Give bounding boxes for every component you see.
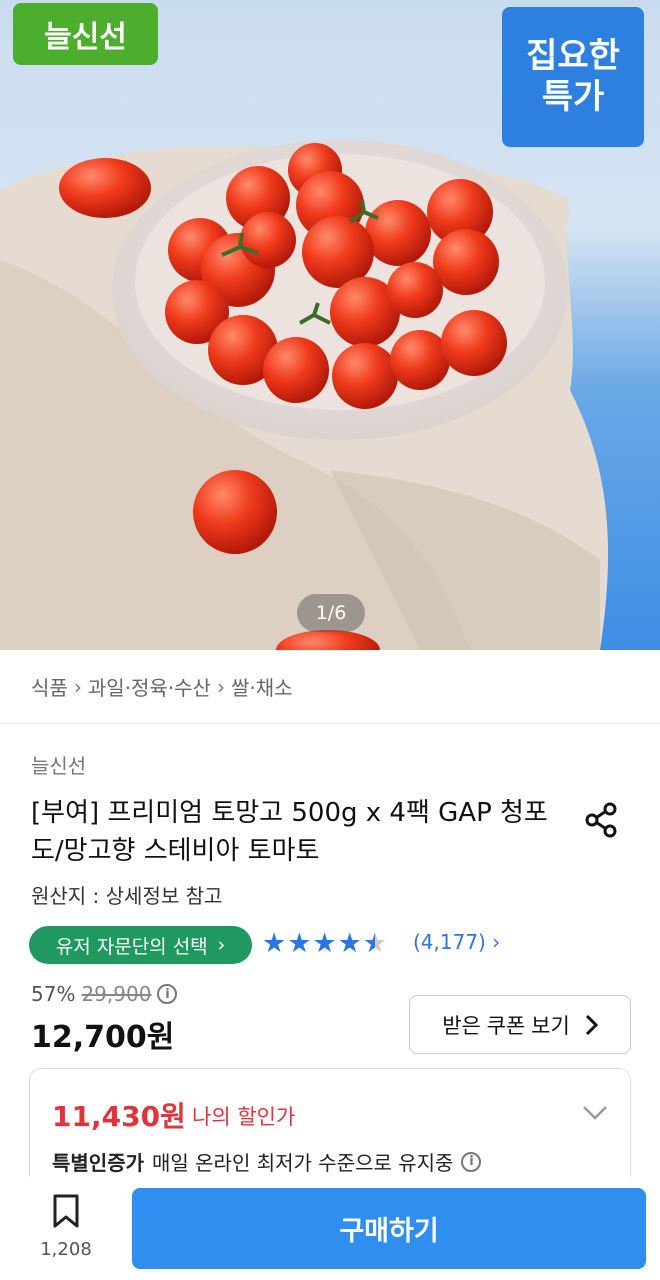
my-discount-label: 나의 할인가 — [192, 1105, 296, 1129]
chevron-right-icon — [585, 1014, 598, 1035]
breadcrumb: 식품 › 과일·정육·수산 › 쌀·채소 — [0, 650, 660, 724]
chevron-down-icon[interactable] — [582, 1099, 608, 1125]
special-certified-price: 특별인증가 매일 온라인 최저가 수준으로 유지중 i — [52, 1147, 482, 1176]
chevron-right-icon: › — [73, 674, 82, 699]
half-star-icon: ★ — [362, 928, 388, 959]
chevron-right-icon: › — [492, 930, 501, 954]
product-image[interactable]: 늘신선 집요한 특가 1/6 — [0, 0, 660, 650]
special-deal-line2: 특가 — [541, 77, 605, 117]
buy-button[interactable]: 구매하기 — [132, 1188, 646, 1269]
image-page-indicator: 1/6 — [297, 594, 365, 632]
original-price: 29,900 — [81, 982, 152, 1006]
info-icon[interactable]: i — [157, 984, 178, 1004]
bookmark-button[interactable]: 1,208 — [40, 1193, 92, 1260]
user-advisor-pick-label: 유저 자문단의 선택 — [55, 935, 208, 958]
review-count: (4,177) — [413, 930, 486, 954]
star-icon: ★ — [337, 928, 362, 959]
discount-rate: 57% — [31, 982, 76, 1006]
view-coupons-button[interactable]: 받은 쿠폰 보기 — [409, 995, 631, 1054]
product-title: [부여] 프리미엄 토망고 500g x 4팩 GAP 청포도/망고향 스테비아… — [31, 798, 548, 866]
special-certified-text: 매일 온라인 최저가 수준으로 유지중 — [152, 1151, 454, 1175]
special-certified-label: 특별인증가 — [52, 1151, 144, 1175]
rating-stars[interactable]: ★ ★ ★ ★ ★ — [262, 929, 387, 959]
bookmark-count: 1,208 — [40, 1239, 92, 1260]
bottom-action-bar: 1,208 구매하기 — [0, 1177, 660, 1280]
chevron-right-icon: › — [217, 934, 226, 956]
special-deal-line1: 집요한 — [526, 36, 620, 77]
view-coupons-label: 받은 쿠폰 보기 — [442, 1014, 570, 1038]
chevron-right-icon: › — [216, 674, 225, 699]
review-count-link[interactable]: (4,177) › — [413, 930, 500, 954]
info-icon[interactable]: i — [461, 1151, 482, 1172]
share-icon[interactable] — [582, 800, 622, 840]
bookmark-icon — [53, 1194, 79, 1228]
origin-info: 원산지 : 상세정보 참고 — [31, 884, 223, 908]
brand-badge: 늘신선 — [13, 3, 158, 65]
my-discount-price: 11,430원 — [52, 1100, 186, 1133]
breadcrumb-item-food[interactable]: 식품 — [31, 672, 68, 701]
discount-row: 57% 29,900 i — [31, 982, 178, 1006]
star-icon: ★ — [312, 928, 337, 959]
special-deal-badge: 집요한 특가 — [502, 7, 644, 147]
sale-price: 12,700원 — [31, 1020, 175, 1055]
breadcrumb-item-fruit-meat-seafood[interactable]: 과일·정육·수산 — [88, 672, 211, 701]
user-advisor-pick-badge[interactable]: 유저 자문단의 선택 › — [29, 926, 252, 964]
store-name[interactable]: 늘신선 — [31, 750, 86, 779]
breadcrumb-item-rice-vegetable[interactable]: 쌀·채소 — [231, 672, 293, 701]
star-icon: ★ — [287, 928, 312, 959]
star-icon: ★ — [262, 928, 287, 959]
